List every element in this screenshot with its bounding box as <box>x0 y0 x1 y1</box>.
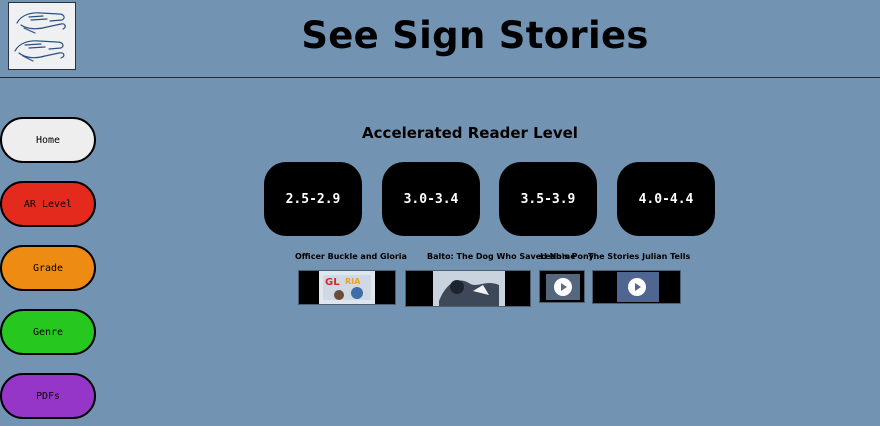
level-button-3-5[interactable]: 3.5-3.9 <box>499 162 597 236</box>
level-button-3-0[interactable]: 3.0-3.4 <box>382 162 480 236</box>
nav-ar-level-button[interactable]: AR Level <box>0 181 96 227</box>
nav-grade-button[interactable]: Grade <box>0 245 96 291</box>
story-video-balto[interactable] <box>405 270 531 307</box>
book-cover-thumbnail-icon: GL RIA <box>319 271 375 304</box>
level-button-2-5[interactable]: 2.5-2.9 <box>264 162 362 236</box>
nav-genre-label: Genre <box>32 326 64 338</box>
nav-pdfs-label: PDFs <box>35 390 61 402</box>
story-video-officer-buckle[interactable]: GL RIA <box>298 270 396 305</box>
svg-text:RIA: RIA <box>345 277 361 286</box>
section-heading: Accelerated Reader Level <box>362 124 578 142</box>
nav-ar-level-label: AR Level <box>23 198 73 210</box>
play-icon <box>554 278 572 296</box>
book-cover-thumbnail-icon <box>433 271 505 306</box>
story-video-julian[interactable] <box>592 270 681 304</box>
nav-home-label: Home <box>35 134 61 146</box>
story-video-leahs-pony[interactable] <box>539 270 585 303</box>
nav-home-button[interactable]: Home <box>0 117 96 163</box>
header-divider <box>0 77 880 78</box>
nav-pdfs-button[interactable]: PDFs <box>0 373 96 419</box>
level-label: 2.5-2.9 <box>285 191 341 207</box>
story-title-officer-buckle[interactable]: Officer Buckle and Gloria <box>295 252 407 261</box>
level-label: 3.0-3.4 <box>403 191 459 207</box>
level-button-4-0[interactable]: 4.0-4.4 <box>617 162 715 236</box>
story-title-julian[interactable]: The Stories Julian Tells <box>588 252 690 261</box>
play-icon <box>628 278 646 296</box>
story-title-leahs-pony[interactable]: Leah's Pony <box>540 252 594 261</box>
svg-text:GL: GL <box>325 277 340 288</box>
level-label: 4.0-4.4 <box>638 191 694 207</box>
level-label: 3.5-3.9 <box>520 191 576 207</box>
site-title: See Sign Stories <box>301 14 649 57</box>
nav-grade-label: Grade <box>32 262 64 274</box>
nav-genre-button[interactable]: Genre <box>0 309 96 355</box>
